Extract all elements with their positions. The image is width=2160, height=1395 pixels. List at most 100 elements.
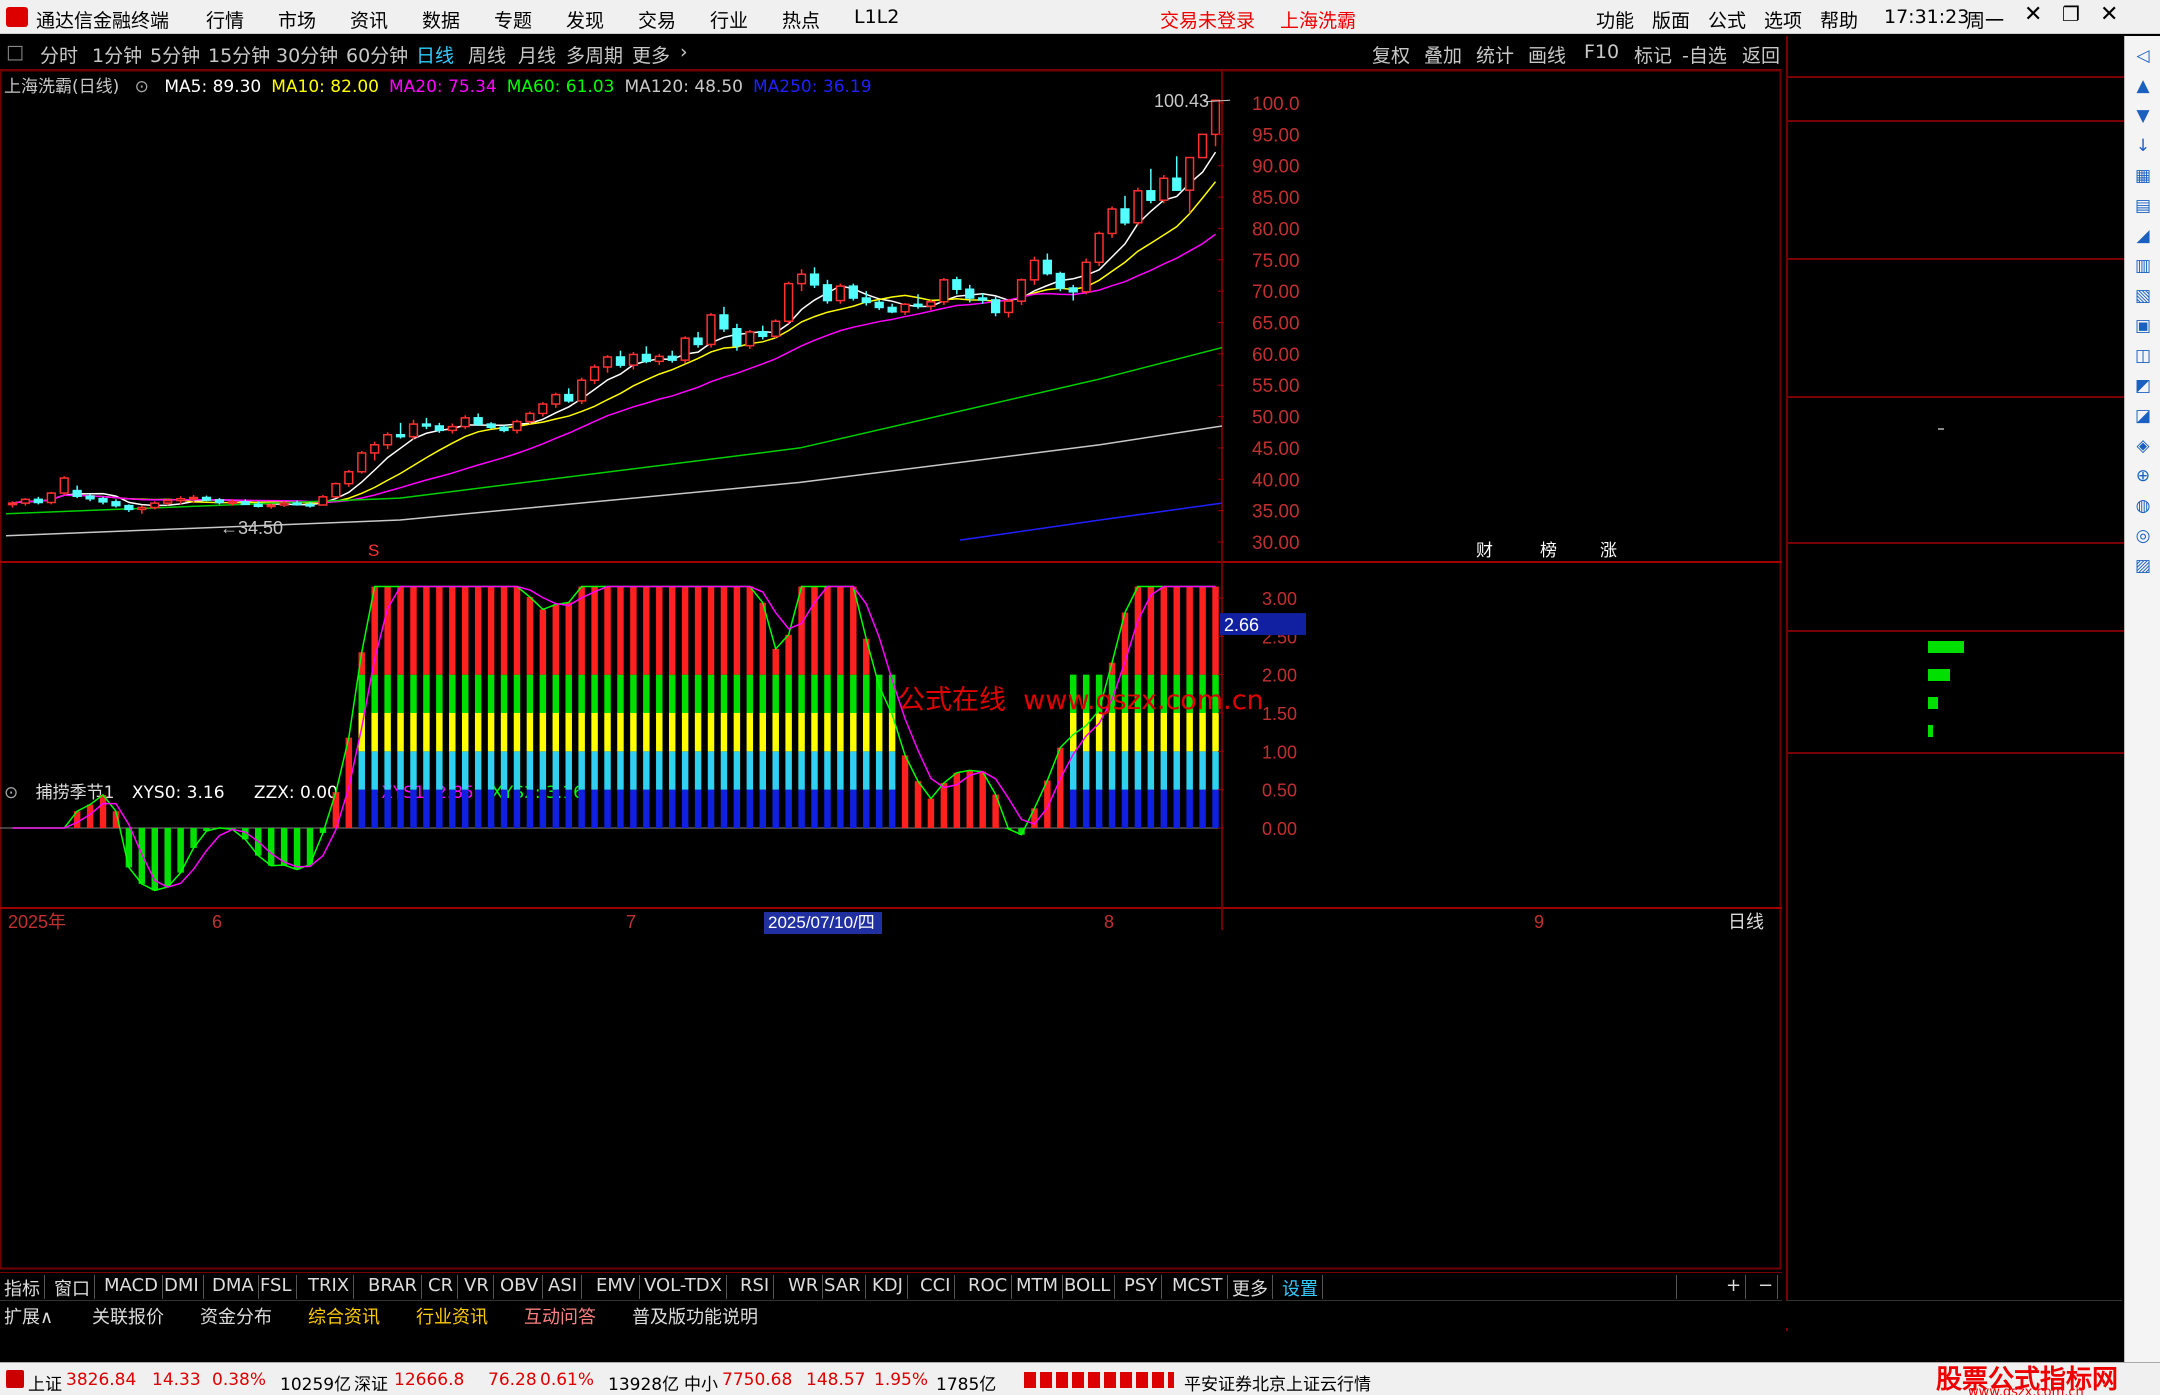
close-icon[interactable]: ✕ (2100, 2, 2118, 27)
indicator-tab-15[interactable]: WR (784, 1275, 824, 1299)
indicator-tab-5[interactable]: FSL (256, 1275, 297, 1299)
menu-hangye[interactable]: 行业 (710, 6, 748, 33)
server-name[interactable]: 平安证券北京上证云行情 (1184, 1370, 1371, 1395)
period-shortcut-1[interactable] (2131, 858, 2155, 882)
indicator-tab-25[interactable]: 设置 (1278, 1275, 1323, 1300)
indicator-tab-23[interactable]: MCST (1168, 1275, 1228, 1299)
list-icon[interactable]: ▤ (2131, 196, 2155, 220)
news-icon[interactable]: ◩ (2131, 376, 2155, 400)
down-arrow-icon[interactable]: ▼ (2131, 106, 2155, 130)
minimize-icon[interactable]: ✕ (2024, 2, 2042, 27)
tool-huaxian[interactable]: 画线 (1528, 41, 1566, 68)
target-icon[interactable]: ⊕ (2131, 466, 2155, 490)
bottom-tab-4[interactable]: 行业资讯 (416, 1303, 488, 1329)
jump-down-icon[interactable]: ↓ (2131, 136, 2155, 160)
globe-icon[interactable]: ◍ (2131, 496, 2155, 520)
chart-icon[interactable]: ◢ (2131, 226, 2155, 250)
period-monthly[interactable]: 月线 (518, 41, 556, 68)
menu-xuanxiang[interactable]: 选项 (1764, 6, 1802, 33)
menu-redian[interactable]: 热点 (782, 6, 820, 33)
period-shortcut-6[interactable] (2131, 1028, 2155, 1052)
indicator-tab-9[interactable]: VR (460, 1275, 494, 1299)
menu-hangqing[interactable]: 行情 (206, 6, 244, 33)
kline-chart[interactable]: 100.095.0090.0085.0080.0075.0070.0065.00… (0, 70, 1782, 1270)
tool-diejia[interactable]: 叠加 (1424, 41, 1462, 68)
fin-icon[interactable]: ▣ (2131, 316, 2155, 340)
indicator-tab-19[interactable]: ROC (964, 1275, 1013, 1299)
period-shortcut-2[interactable] (2131, 892, 2155, 916)
trade-status[interactable]: 交易未登录 (1160, 6, 1255, 33)
tool-fanhui[interactable]: 返回 (1742, 41, 1780, 68)
indicator-tab-20[interactable]: MTM (1012, 1275, 1064, 1299)
menu-zhuanti[interactable]: 专题 (494, 6, 532, 33)
indicator-tab-17[interactable]: KDJ (868, 1275, 908, 1299)
indicator-tab-10[interactable]: OBV (496, 1275, 544, 1299)
grid-icon[interactable]: ▦ (2131, 166, 2155, 190)
zx-label[interactable]: 中小 (684, 1370, 718, 1395)
menu-shichang[interactable]: 市场 (278, 6, 316, 33)
bottom-tab-3[interactable]: 综合资讯 (308, 1303, 380, 1329)
period-shortcut-7[interactable] (2131, 1062, 2155, 1086)
indicator-tab-0[interactable]: 指标 (0, 1275, 45, 1300)
indicator-tab-13[interactable]: VOL-TDX (640, 1275, 727, 1299)
period-shortcut-4[interactable] (2131, 960, 2155, 984)
menu-gongshi[interactable]: 公式 (1708, 6, 1746, 33)
sh-label[interactable]: 上证 (28, 1370, 62, 1395)
sz-label[interactable]: 深证 (354, 1370, 388, 1395)
period-30min[interactable]: 30分钟 (276, 41, 338, 68)
indicator-tab-7[interactable]: BRAR (364, 1275, 422, 1299)
indicator-tab-11[interactable]: ASI (544, 1275, 583, 1299)
period-shortcut-3[interactable] (2131, 926, 2155, 950)
rsi-icon[interactable]: ▨ (2131, 556, 2155, 580)
tool-tongji[interactable]: 统计 (1476, 41, 1514, 68)
template-button[interactable] (1668, 1275, 1677, 1299)
indicator-tab-6[interactable]: TRIX (304, 1275, 355, 1299)
indicator-tab-8[interactable]: CR (424, 1275, 459, 1299)
tool-biaoji[interactable]: 标记 (1634, 41, 1672, 68)
period-shortcut-9[interactable] (2131, 1130, 2155, 1154)
menu-zixun[interactable]: 资讯 (350, 6, 388, 33)
bottom-tab-5[interactable]: 互动问答 (524, 1303, 596, 1329)
period-60min[interactable]: 60分钟 (346, 41, 408, 68)
period-shortcut-0[interactable] (2131, 824, 2155, 848)
period-shortcut-5[interactable] (2131, 994, 2155, 1018)
indicator-tab-12[interactable]: EMV (592, 1275, 641, 1299)
panel-icon[interactable]: ◫ (2131, 346, 2155, 370)
remove-panel-icon[interactable]: − (1754, 1275, 1779, 1299)
restore-icon[interactable]: ❐ (2062, 2, 2080, 26)
period-15min[interactable]: 15分钟 (208, 41, 270, 68)
period-fenshi[interactable]: 分时 (40, 41, 78, 68)
indicator-tab-21[interactable]: BOLL (1060, 1275, 1116, 1299)
collapse-icon[interactable]: ◁ (2131, 46, 2155, 70)
bottom-tab-0[interactable]: 扩展∧ (4, 1303, 53, 1329)
menu-faxian[interactable]: 发现 (566, 6, 604, 33)
f10-icon[interactable]: ◪ (2131, 406, 2155, 430)
menu-shuju[interactable]: 数据 (422, 6, 460, 33)
more-chevron-icon[interactable]: › (680, 41, 688, 63)
menu-bangzhu[interactable]: 帮助 (1820, 6, 1858, 33)
menu-gongneng[interactable]: 功能 (1596, 6, 1634, 33)
period-1min[interactable]: 1分钟 (92, 41, 142, 68)
indicator-tab-24[interactable]: 更多 (1228, 1275, 1273, 1300)
indicator-tab-1[interactable]: 窗口 (50, 1275, 95, 1300)
up-arrow-icon[interactable]: ▲ (2131, 76, 2155, 100)
toolbar-square-icon[interactable]: □ (6, 41, 24, 63)
indicator-tab-22[interactable]: PSY (1120, 1275, 1163, 1299)
bottom-tab-6[interactable]: 普及版功能说明 (632, 1303, 758, 1329)
circle-icon[interactable]: ◎ (2131, 526, 2155, 550)
period-weekly[interactable]: 周线 (468, 41, 506, 68)
menu-l1l2[interactable]: L1L2 (854, 6, 899, 28)
period-5min[interactable]: 5分钟 (150, 41, 200, 68)
indicator-tab-4[interactable]: DMA (208, 1275, 259, 1299)
indicator-tab-3[interactable]: DMI (160, 1275, 204, 1299)
bottom-tab-1[interactable]: 关联报价 (92, 1303, 164, 1329)
period-shortcut-11[interactable] (2131, 1198, 2155, 1222)
tool-zixuan[interactable]: -自选 (1682, 41, 1727, 68)
cube-icon[interactable]: ◈ (2131, 436, 2155, 460)
bottom-tab-2[interactable]: 资金分布 (200, 1303, 272, 1329)
indicator-tab-14[interactable]: RSI (736, 1275, 775, 1299)
menu-jiaoyi[interactable]: 交易 (638, 6, 676, 33)
indicator-tab-2[interactable]: MACD (100, 1275, 163, 1299)
tool-fuquan[interactable]: 复权 (1372, 41, 1410, 68)
period-more[interactable]: 更多 (632, 41, 670, 68)
